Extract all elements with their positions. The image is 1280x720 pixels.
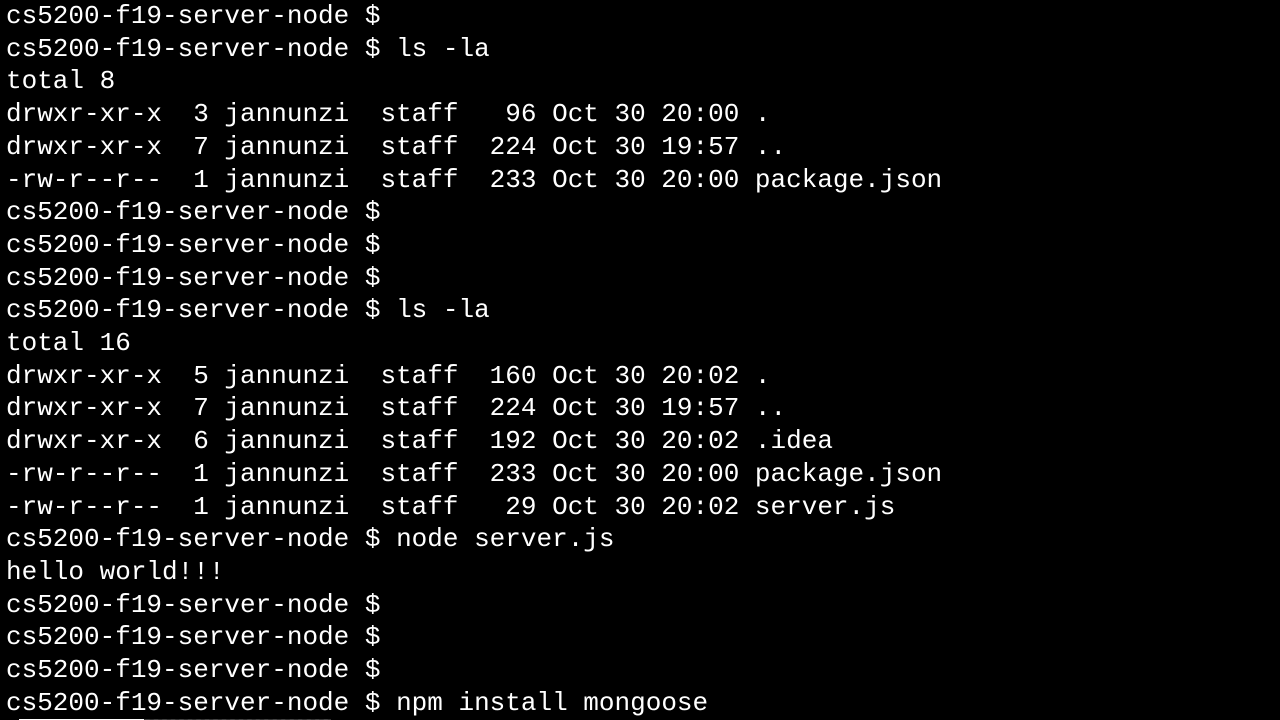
prompt-string: cs5200-f19-server-node $ bbox=[6, 263, 380, 293]
terminal-line: cs5200-f19-server-node $ bbox=[6, 589, 1274, 622]
command-text bbox=[380, 197, 396, 227]
output-text: drwxr-xr-x 3 jannunzi staff 96 Oct 30 20… bbox=[6, 99, 771, 129]
terminal-line: -rw-r--r-- 1 jannunzi staff 233 Oct 30 2… bbox=[6, 164, 1274, 197]
prompt-string: cs5200-f19-server-node $ bbox=[6, 1, 380, 31]
prompt-string: cs5200-f19-server-node $ bbox=[6, 688, 380, 718]
terminal-line: cs5200-f19-server-node $ npm install mon… bbox=[6, 687, 1274, 720]
output-text: drwxr-xr-x 7 jannunzi staff 224 Oct 30 1… bbox=[6, 393, 786, 423]
terminal-line: cs5200-f19-server-node $ ls -la bbox=[6, 294, 1274, 327]
command-text: ls -la bbox=[380, 34, 489, 64]
terminal-line: drwxr-xr-x 3 jannunzi staff 96 Oct 30 20… bbox=[6, 98, 1274, 131]
terminal-line: total 8 bbox=[6, 65, 1274, 98]
prompt-string: cs5200-f19-server-node $ bbox=[6, 590, 380, 620]
terminal-line: cs5200-f19-server-node $ bbox=[6, 196, 1274, 229]
prompt-string: cs5200-f19-server-node $ bbox=[6, 230, 380, 260]
terminal-line: -rw-r--r-- 1 jannunzi staff 233 Oct 30 2… bbox=[6, 458, 1274, 491]
terminal-line: cs5200-f19-server-node $ bbox=[6, 229, 1274, 262]
terminal-line: cs5200-f19-server-node $ ls -la bbox=[6, 33, 1274, 66]
prompt-string: cs5200-f19-server-node $ bbox=[6, 34, 380, 64]
output-text: -rw-r--r-- 1 jannunzi staff 233 Oct 30 2… bbox=[6, 459, 942, 489]
command-text bbox=[380, 263, 396, 293]
terminal-line: -rw-r--r-- 1 jannunzi staff 29 Oct 30 20… bbox=[6, 491, 1274, 524]
terminal-line: cs5200-f19-server-node $ bbox=[6, 621, 1274, 654]
output-text: total 8 bbox=[6, 66, 115, 96]
prompt-string: cs5200-f19-server-node $ bbox=[6, 295, 380, 325]
command-text: ls -la bbox=[380, 295, 489, 325]
terminal-line: cs5200-f19-server-node $ bbox=[6, 0, 1274, 33]
terminal-line: hello world!!! bbox=[6, 556, 1274, 589]
terminal-line: drwxr-xr-x 5 jannunzi staff 160 Oct 30 2… bbox=[6, 360, 1274, 393]
command-text: npm install mongoose bbox=[380, 688, 708, 718]
prompt-string: cs5200-f19-server-node $ bbox=[6, 197, 380, 227]
output-text: total 16 bbox=[6, 328, 131, 358]
output-text: drwxr-xr-x 7 jannunzi staff 224 Oct 30 1… bbox=[6, 132, 786, 162]
prompt-string: cs5200-f19-server-node $ bbox=[6, 622, 380, 652]
command-text: node server.js bbox=[380, 524, 614, 554]
terminal-line: cs5200-f19-server-node $ node server.js bbox=[6, 523, 1274, 556]
prompt-string: cs5200-f19-server-node $ bbox=[6, 655, 380, 685]
command-text bbox=[380, 590, 396, 620]
terminal-line: drwxr-xr-x 7 jannunzi staff 224 Oct 30 1… bbox=[6, 131, 1274, 164]
command-text bbox=[380, 655, 396, 685]
command-text bbox=[380, 230, 396, 260]
output-text: hello world!!! bbox=[6, 557, 224, 587]
output-text: drwxr-xr-x 6 jannunzi staff 192 Oct 30 2… bbox=[6, 426, 833, 456]
output-text: -rw-r--r-- 1 jannunzi staff 233 Oct 30 2… bbox=[6, 165, 942, 195]
terminal-line: cs5200-f19-server-node $ bbox=[6, 654, 1274, 687]
terminal-line: cs5200-f19-server-node $ bbox=[6, 262, 1274, 295]
command-text bbox=[380, 1, 396, 31]
terminal-line: total 16 bbox=[6, 327, 1274, 360]
terminal-line: drwxr-xr-x 7 jannunzi staff 224 Oct 30 1… bbox=[6, 392, 1274, 425]
output-text: drwxr-xr-x 5 jannunzi staff 160 Oct 30 2… bbox=[6, 361, 771, 391]
command-text bbox=[380, 622, 396, 652]
terminal-line: drwxr-xr-x 6 jannunzi staff 192 Oct 30 2… bbox=[6, 425, 1274, 458]
output-text: -rw-r--r-- 1 jannunzi staff 29 Oct 30 20… bbox=[6, 492, 895, 522]
prompt-string: cs5200-f19-server-node $ bbox=[6, 524, 380, 554]
terminal-window[interactable]: cs5200-f19-server-node $ cs5200-f19-serv… bbox=[0, 0, 1280, 720]
